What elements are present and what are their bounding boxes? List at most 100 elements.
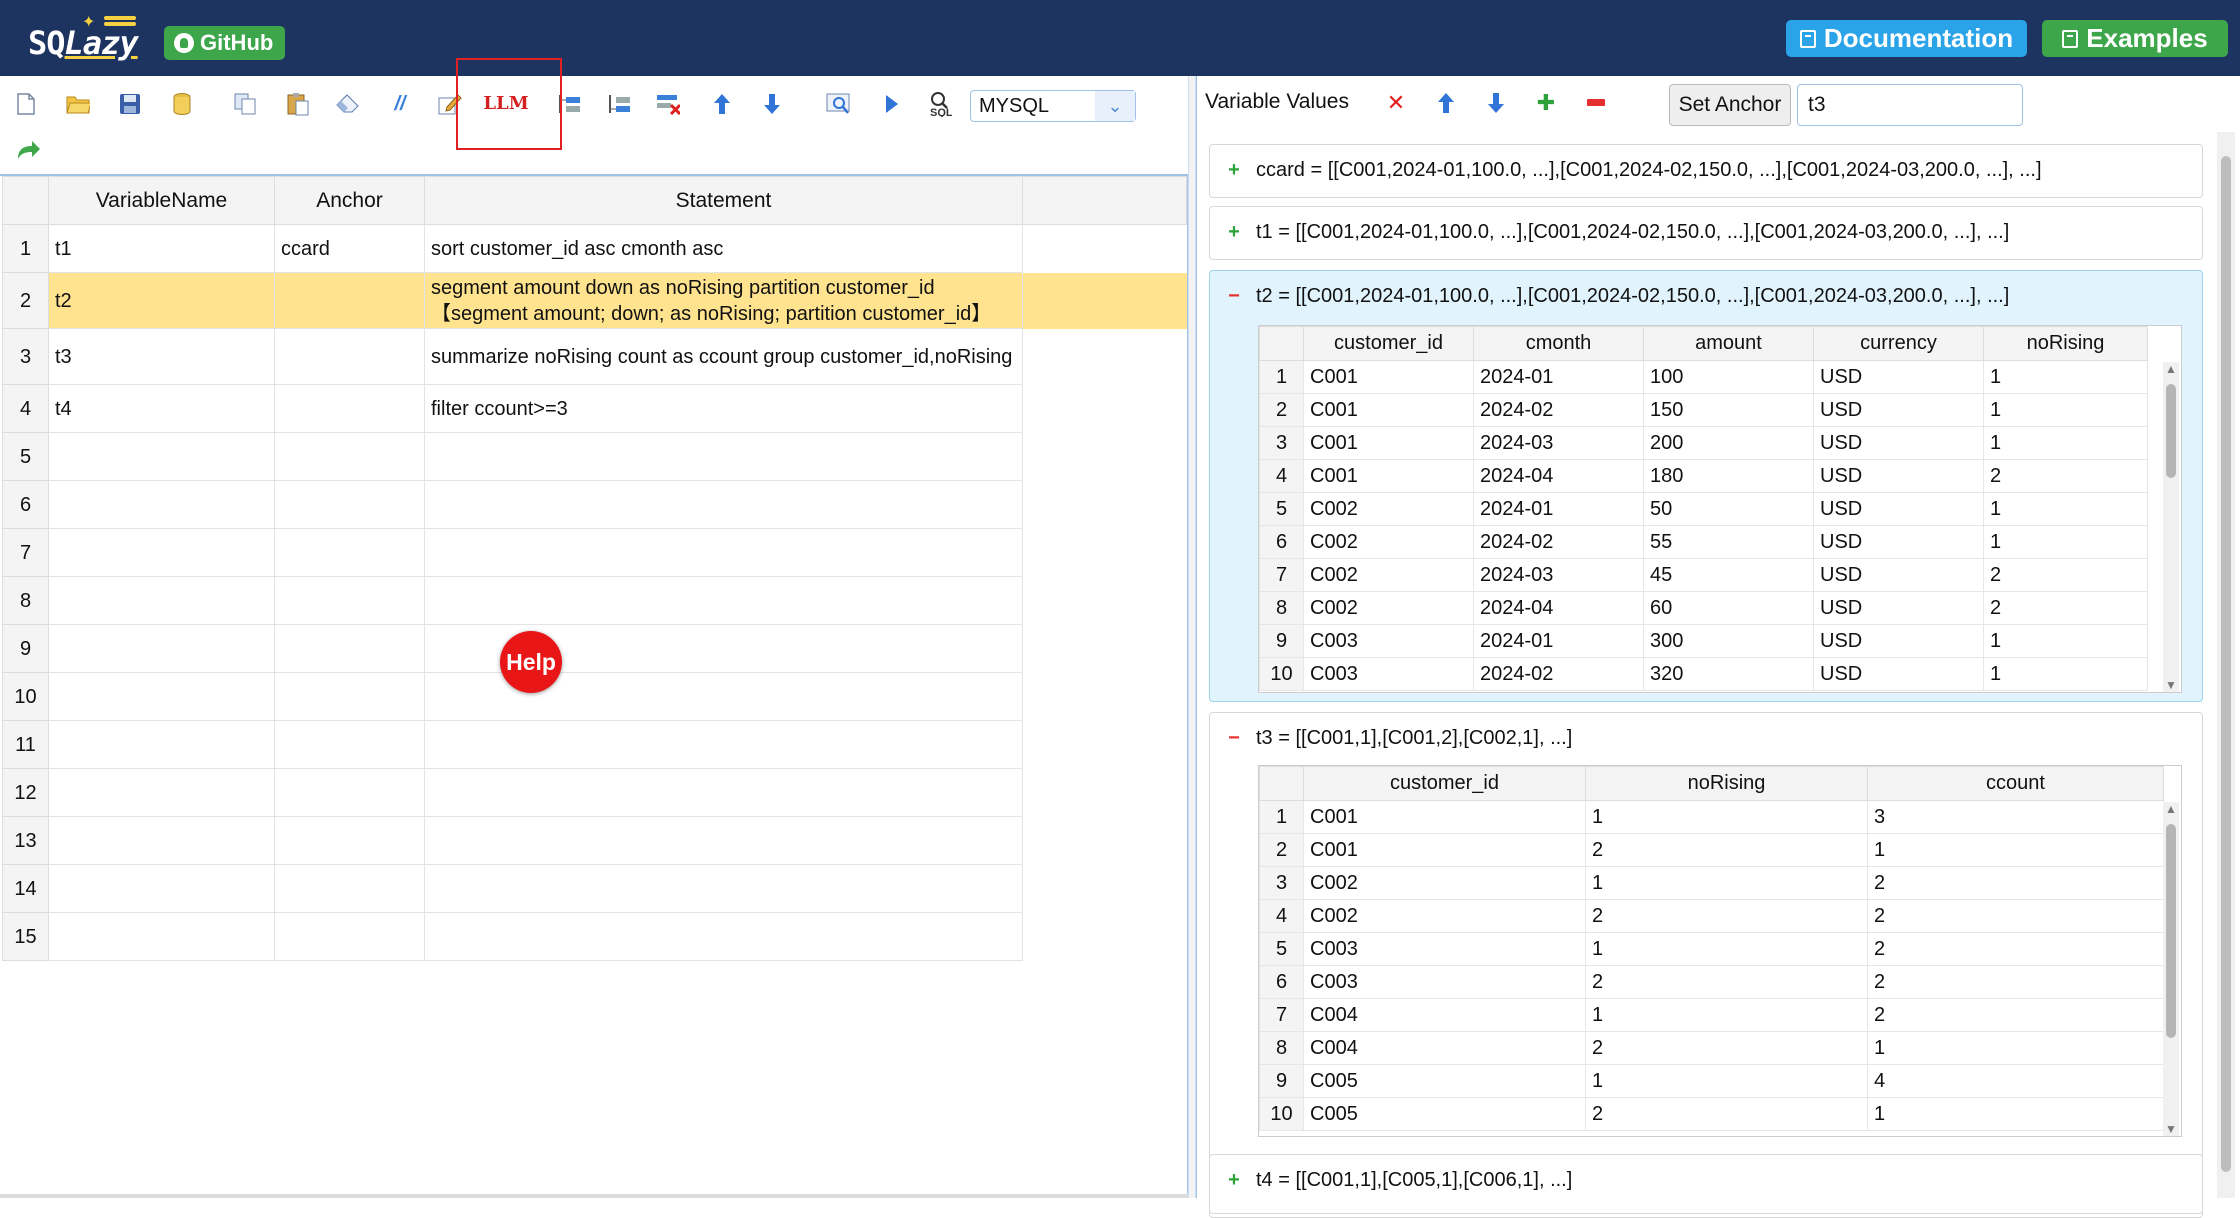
variable-name-cell[interactable] [48, 864, 275, 913]
grid-row[interactable]: 15 [2, 912, 1187, 961]
anchor-cell[interactable] [274, 272, 425, 329]
anchor-cell[interactable] [274, 672, 425, 721]
statement-cell[interactable] [424, 480, 1023, 529]
grid-row[interactable]: 7 [2, 528, 1187, 577]
horizontal-scrollbar[interactable] [0, 1194, 1188, 1198]
scroll-thumb[interactable] [2166, 824, 2176, 1038]
collapse-all-icon[interactable] [1583, 90, 1609, 116]
redo-icon[interactable] [16, 138, 40, 162]
statement-cell[interactable] [424, 432, 1023, 481]
examples-button[interactable]: Examples [2042, 20, 2228, 57]
move-down-icon[interactable] [1483, 90, 1509, 116]
expand-plus-icon[interactable]: + [1226, 221, 1242, 244]
variable-panel-t2[interactable]: − t2 = [[C001,2024-01,100.0, ...],[C001,2… [1209, 270, 2203, 702]
right-pane-vertical-scrollbar[interactable] [2217, 132, 2235, 1198]
open-folder-icon[interactable] [66, 92, 90, 116]
variable-name-cell[interactable] [48, 672, 275, 721]
eraser-icon[interactable] [336, 92, 360, 116]
variable-name-cell[interactable]: t3 [48, 328, 275, 385]
pane-splitter[interactable] [1188, 76, 1196, 1198]
database-icon[interactable] [170, 92, 194, 116]
column-header[interactable]: currency [1813, 326, 1984, 361]
variable-name-cell[interactable]: t1 [48, 224, 275, 273]
column-header[interactable]: ccount [1867, 766, 2164, 801]
anchor-cell[interactable] [274, 768, 425, 817]
github-button[interactable]: GitHub [164, 26, 286, 60]
statement-cell[interactable]: filter ccount>=3 [424, 384, 1023, 433]
chevron-down-icon[interactable]: ⌄ [1095, 91, 1135, 121]
variable-name-cell[interactable] [48, 720, 275, 769]
paste-icon[interactable] [286, 92, 310, 116]
anchor-cell[interactable] [274, 432, 425, 481]
documentation-button[interactable]: Documentation [1786, 20, 2027, 57]
help-button[interactable]: Help [500, 631, 562, 693]
preview-icon[interactable] [826, 92, 850, 116]
statement-cell[interactable] [424, 768, 1023, 817]
column-header[interactable]: customer_id [1303, 766, 1586, 801]
variable-name-cell[interactable] [48, 912, 275, 961]
grid-row[interactable]: 2 t2 segment amount down as noRising parti… [2, 272, 1187, 329]
anchor-input[interactable]: t3 [1797, 84, 2023, 126]
scroll-up-icon[interactable]: ▲ [2163, 362, 2179, 376]
variable-panel-t3[interactable]: − t3 = [[C001,1],[C001,2],[C002,1], ...] … [1209, 712, 2203, 1218]
statement-cell[interactable] [424, 528, 1023, 577]
column-header-statement[interactable]: Statement [424, 176, 1023, 225]
statement-cell[interactable]: segment amount down as noRising partitio… [424, 272, 1023, 329]
delete-row-icon[interactable] [656, 92, 680, 116]
anchor-cell[interactable] [274, 576, 425, 625]
save-icon[interactable] [118, 92, 142, 116]
grid-row[interactable]: 13 [2, 816, 1187, 865]
variable-name-cell[interactable] [48, 576, 275, 625]
statement-cell[interactable]: sort customer_id asc cmonth asc [424, 224, 1023, 273]
statement-cell[interactable]: summarize noRising count as ccount group… [424, 328, 1023, 385]
grid-row[interactable]: 4 t4 filter ccount>=3 [2, 384, 1187, 433]
statement-cell[interactable] [424, 816, 1023, 865]
anchor-cell[interactable] [274, 720, 425, 769]
statement-cell[interactable] [424, 912, 1023, 961]
anchor-cell[interactable] [274, 624, 425, 673]
column-header[interactable]: noRising [1983, 326, 2148, 361]
insert-row-below-icon[interactable] [606, 92, 630, 116]
anchor-cell[interactable] [274, 480, 425, 529]
expand-all-icon[interactable]: ✚ [1533, 90, 1559, 116]
grid-row[interactable]: 6 [2, 480, 1187, 529]
variable-name-cell[interactable] [48, 480, 275, 529]
variable-name-cell[interactable]: t2 [48, 272, 275, 329]
scroll-thumb[interactable] [2166, 384, 2176, 478]
statement-cell[interactable] [424, 576, 1023, 625]
anchor-cell[interactable] [274, 912, 425, 961]
anchor-cell[interactable] [274, 816, 425, 865]
comment-icon[interactable]: // [388, 92, 412, 116]
expand-plus-icon[interactable]: + [1226, 159, 1242, 182]
close-icon[interactable]: ✕ [1383, 90, 1409, 116]
grid-row[interactable]: 10 [2, 672, 1187, 721]
scroll-thumb[interactable] [2221, 156, 2231, 1172]
t2-vertical-scrollbar[interactable]: ▲ ▼ [2163, 362, 2179, 692]
variable-name-cell[interactable] [48, 816, 275, 865]
statement-cell[interactable] [424, 864, 1023, 913]
variable-name-cell[interactable] [48, 528, 275, 577]
grid-row[interactable]: 12 [2, 768, 1187, 817]
anchor-cell[interactable]: ccard [274, 224, 425, 273]
expand-plus-icon[interactable]: + [1226, 1169, 1242, 1192]
statement-cell[interactable] [424, 720, 1023, 769]
column-header-anchor[interactable]: Anchor [274, 176, 425, 225]
scroll-down-icon[interactable]: ▼ [2163, 1122, 2179, 1136]
variable-name-cell[interactable]: t4 [48, 384, 275, 433]
copy-icon[interactable] [234, 92, 258, 116]
run-icon[interactable] [880, 92, 904, 116]
scroll-up-icon[interactable]: ▲ [2163, 802, 2179, 816]
anchor-cell[interactable] [274, 328, 425, 385]
variable-panel-t4[interactable]: + t4 = [[C001,1],[C005,1],[C006,1], ...] [1209, 1154, 2203, 1214]
grid-row[interactable]: 5 [2, 432, 1187, 481]
column-header[interactable]: amount [1643, 326, 1814, 361]
variable-panel-ccard[interactable]: + ccard = [[C001,2024-01,100.0, ...],[C00… [1209, 144, 2203, 198]
variable-name-cell[interactable] [48, 432, 275, 481]
move-up-icon[interactable] [1433, 90, 1459, 116]
column-header-variablename[interactable]: VariableName [48, 176, 275, 225]
set-anchor-button[interactable]: Set Anchor [1669, 84, 1791, 126]
database-dialect-select[interactable]: MYSQL ⌄ [970, 90, 1136, 122]
t3-vertical-scrollbar[interactable]: ▲ ▼ [2163, 802, 2179, 1136]
move-down-icon[interactable] [760, 92, 784, 116]
grid-row[interactable]: 3 t3 summarize noRising count as ccount gr… [2, 328, 1187, 385]
